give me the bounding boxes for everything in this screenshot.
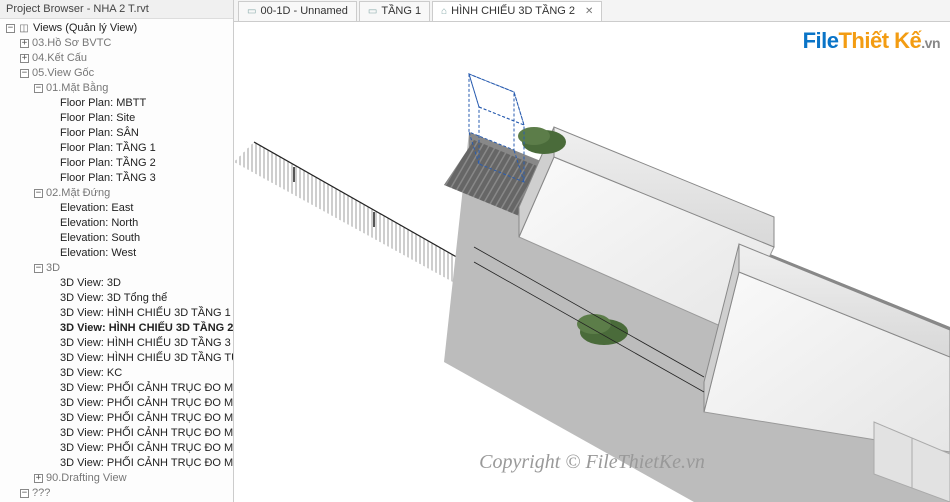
collapse-icon[interactable]: − [20,489,29,498]
tree-item[interactable]: Elevation: West [46,246,233,261]
tree-item[interactable]: 3D View: 3D [46,276,233,291]
tree-item[interactable]: 3D View: HÌNH CHIẾU 3D TẦNG 1 [46,306,233,321]
tree-item[interactable]: 3D View: PHỐI CẢNH TRỤC ĐO MẶT CẮT 3-3 [46,411,233,426]
project-browser-tree[interactable]: −◫Views (Quản lý View) +03.Hồ Sơ BVTC +0… [0,19,233,502]
tree-item[interactable]: 3D View: 3D Tổng thể [46,291,233,306]
tree-item-active[interactable]: 3D View: HÌNH CHIẾU 3D TẦNG 2 [46,321,233,336]
tree-item[interactable]: Floor Plan: MBTT [46,96,233,111]
tree-item[interactable]: Floor Plan: TẦNG 3 [46,171,233,186]
tree-group-matbang[interactable]: −01.Mặt Bằng [32,81,233,96]
app-root: Project Browser - NHA 2 T.rvt −◫Views (Q… [0,0,950,502]
views-icon: ◫ [18,21,30,36]
close-icon[interactable]: ✕ [585,6,593,17]
main-area: ▭00-1D - Unnamed ▭TẦNG 1 ⌂HÌNH CHIẾU 3D … [234,0,950,502]
3d-icon: ⌂ [441,6,447,17]
view-tabs: ▭00-1D - Unnamed ▭TẦNG 1 ⌂HÌNH CHIẾU 3D … [234,0,950,22]
collapse-icon[interactable]: − [34,264,43,273]
project-browser-panel: Project Browser - NHA 2 T.rvt −◫Views (Q… [0,0,234,502]
3d-viewport[interactable]: FileThiết Kế.vn Copyright © FileThietKe.… [234,22,950,502]
tree-item[interactable]: 3D View: PHỐI CẢNH TRỤC ĐO MẶT CẮT 4-4 [46,426,233,441]
tree-item[interactable]: Floor Plan: TẦNG 1 [46,141,233,156]
expand-icon[interactable]: + [20,39,29,48]
plan-icon: ▭ [368,6,377,17]
tree-item[interactable]: Elevation: South [46,231,233,246]
tree-group-drafting[interactable]: +90.Drafting View [32,471,233,486]
collapse-icon[interactable]: − [34,189,43,198]
tree-root-views[interactable]: −◫Views (Quản lý View) [4,21,233,36]
tree-group-unknown[interactable]: −??? [18,486,233,501]
tree-item[interactable]: 3D View: PHỐI CẢNH TRỤC ĐO MẶT CẮT 1-1 [46,381,233,396]
watermark-copyright: Copyright © FileThietKe.vn [479,451,705,474]
tree-group-matdung[interactable]: −02.Mặt Đứng [32,186,233,201]
tree-group-04[interactable]: +04.Kết Cấu [18,51,233,66]
tree-group-03[interactable]: +03.Hồ Sơ BVTC [18,36,233,51]
collapse-icon[interactable]: − [34,84,43,93]
collapse-icon[interactable]: − [20,69,29,78]
collapse-icon[interactable]: − [6,24,15,33]
sheet-icon: ▭ [247,6,256,17]
tree-item[interactable]: 3D View: PHỐI CẢNH TRỤC ĐO MẶT CẮT 2-2 [46,396,233,411]
tree-item[interactable]: 3D View: HÌNH CHIẾU 3D TẦNG 3 - TẦNG 4 [46,336,233,351]
expand-icon[interactable]: + [34,474,43,483]
tree-item[interactable]: Floor Plan: SÂN [46,126,233,141]
tree-item[interactable]: 3D View: HÌNH CHIẾU 3D TẦNG TUM [46,351,233,366]
watermark-logo: FileThiết Kế.vn [803,28,940,54]
project-browser-title: Project Browser - NHA 2 T.rvt [0,0,233,19]
tab-tang-1[interactable]: ▭TẦNG 1 [359,1,430,21]
tree-item[interactable]: Floor Plan: Site [46,111,233,126]
expand-icon[interactable]: + [20,54,29,63]
tab-00-1d[interactable]: ▭00-1D - Unnamed [238,1,357,21]
tree-item[interactable]: Elevation: North [46,216,233,231]
tab-hinh-chieu-3d-tang-2[interactable]: ⌂HÌNH CHIẾU 3D TẦNG 2✕ [432,1,602,21]
tree-item[interactable]: 3D View: KC [46,366,233,381]
tree-item[interactable]: 3D View: PHỐI CẢNH TRỤC ĐO MẶT CẮT B-B [46,456,233,471]
tree-item[interactable]: Elevation: East [46,201,233,216]
tree-group-3d[interactable]: −3D [32,261,233,276]
tree-group-05[interactable]: −05.View Gốc [18,66,233,81]
3d-model-render [234,22,950,502]
tree-item[interactable]: 3D View: PHỐI CẢNH TRỤC ĐO MẶT CẮT A-A [46,441,233,456]
tree-item[interactable]: Floor Plan: TẦNG 2 [46,156,233,171]
